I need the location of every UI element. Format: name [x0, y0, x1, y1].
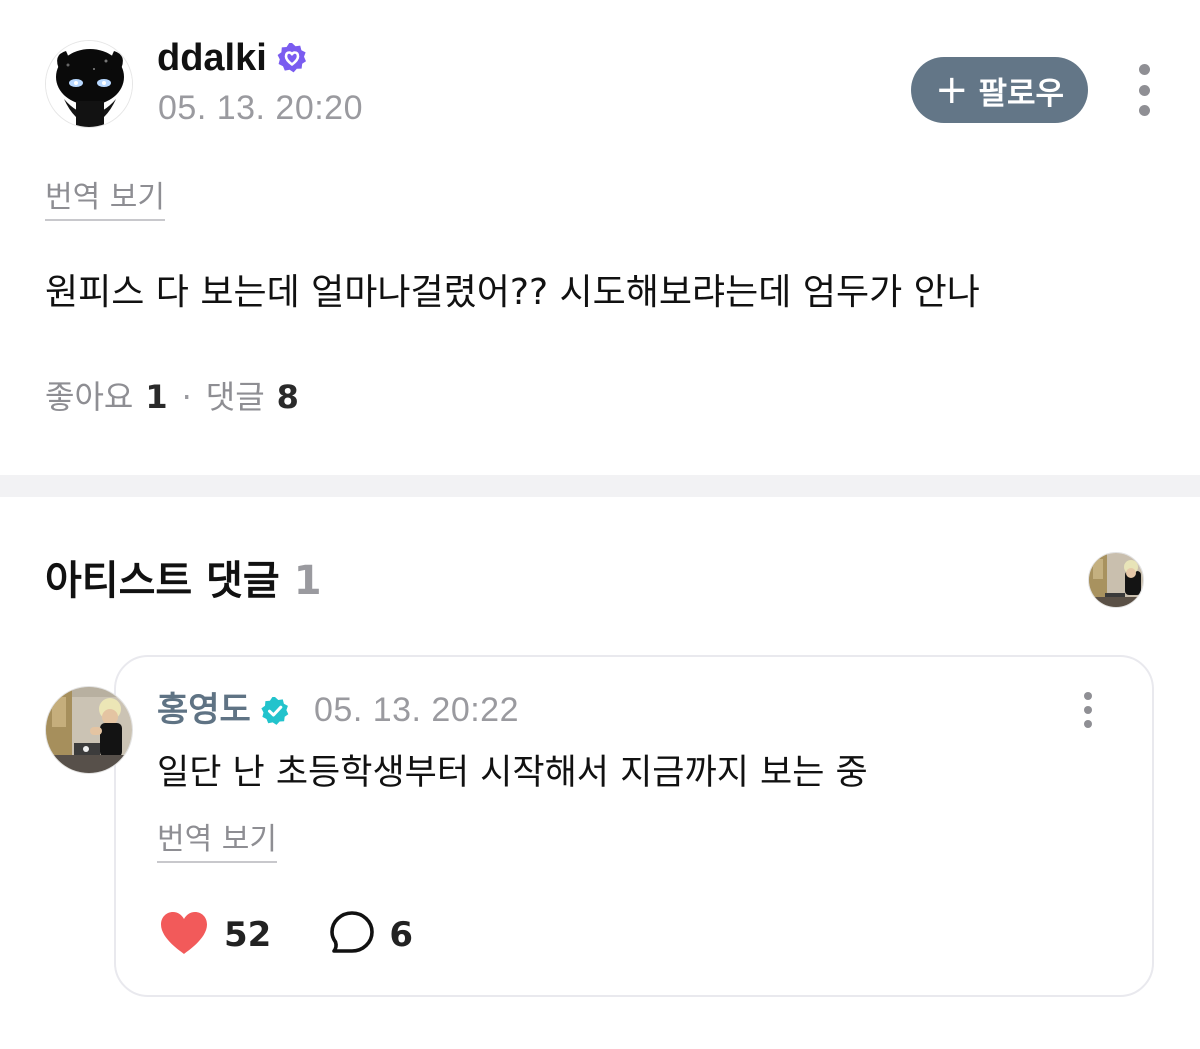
comment-bubble-icon	[329, 910, 375, 960]
comment-author-avatar[interactable]	[45, 686, 133, 774]
section-divider	[0, 475, 1200, 497]
reply-count: 6	[389, 915, 413, 955]
author-name-text: ddalki	[157, 37, 267, 79]
comments-count[interactable]: 8	[277, 375, 299, 419]
follow-button-label: 팔로우	[978, 75, 1065, 112]
post-body-text: 원피스 다 보는데 얼마나걸렸어?? 시도해보랴는데 엄두가 안나	[45, 272, 980, 313]
post-detail-page: ddalki 05. 13. 20:20 + 팔로우 번역 보기 원피스 다 보…	[0, 0, 1200, 1049]
post-author-name[interactable]: ddalki	[157, 36, 309, 80]
author-avatar[interactable]	[45, 40, 133, 128]
verified-check-badge-icon	[259, 694, 291, 726]
more-options-icon[interactable]	[1128, 60, 1160, 120]
artist-avatar-filter[interactable]	[1088, 552, 1144, 608]
artist-comments-title: 아티스트 댓글	[45, 558, 280, 604]
verified-heart-badge-icon	[275, 41, 309, 75]
comment-translate-link[interactable]: 번역 보기	[157, 822, 277, 863]
comment-more-options-icon[interactable]	[1074, 690, 1102, 730]
post-stats: 좋아요 1 · 댓글 8	[45, 375, 299, 419]
plus-icon: +	[934, 67, 969, 113]
post-timestamp: 05. 13. 20:20	[158, 89, 364, 127]
like-count: 52	[224, 915, 272, 955]
translate-link[interactable]: 번역 보기	[45, 180, 165, 221]
follow-button[interactable]: + 팔로우	[911, 57, 1088, 123]
likes-label[interactable]: 좋아요	[45, 375, 133, 419]
comment-author-text: 홍영도	[157, 690, 251, 730]
comment-body-text: 일단 난 초등학생부터 시작해서 지금까지 보는 중	[157, 753, 868, 793]
heart-icon	[158, 910, 210, 960]
artist-comments-count: 1	[293, 558, 322, 604]
likes-count[interactable]: 1	[145, 375, 167, 419]
comment-author-name[interactable]: 홍영도	[157, 688, 291, 732]
comment-actions: 52 6	[158, 910, 471, 960]
like-button[interactable]: 52	[158, 910, 271, 960]
stats-separator: ·	[181, 378, 192, 416]
artist-comments-heading: 아티스트 댓글 1	[45, 556, 322, 606]
comment-timestamp: 05. 13. 20:22	[314, 691, 520, 729]
reply-button[interactable]: 6	[329, 910, 413, 960]
comments-label[interactable]: 댓글	[206, 375, 265, 419]
